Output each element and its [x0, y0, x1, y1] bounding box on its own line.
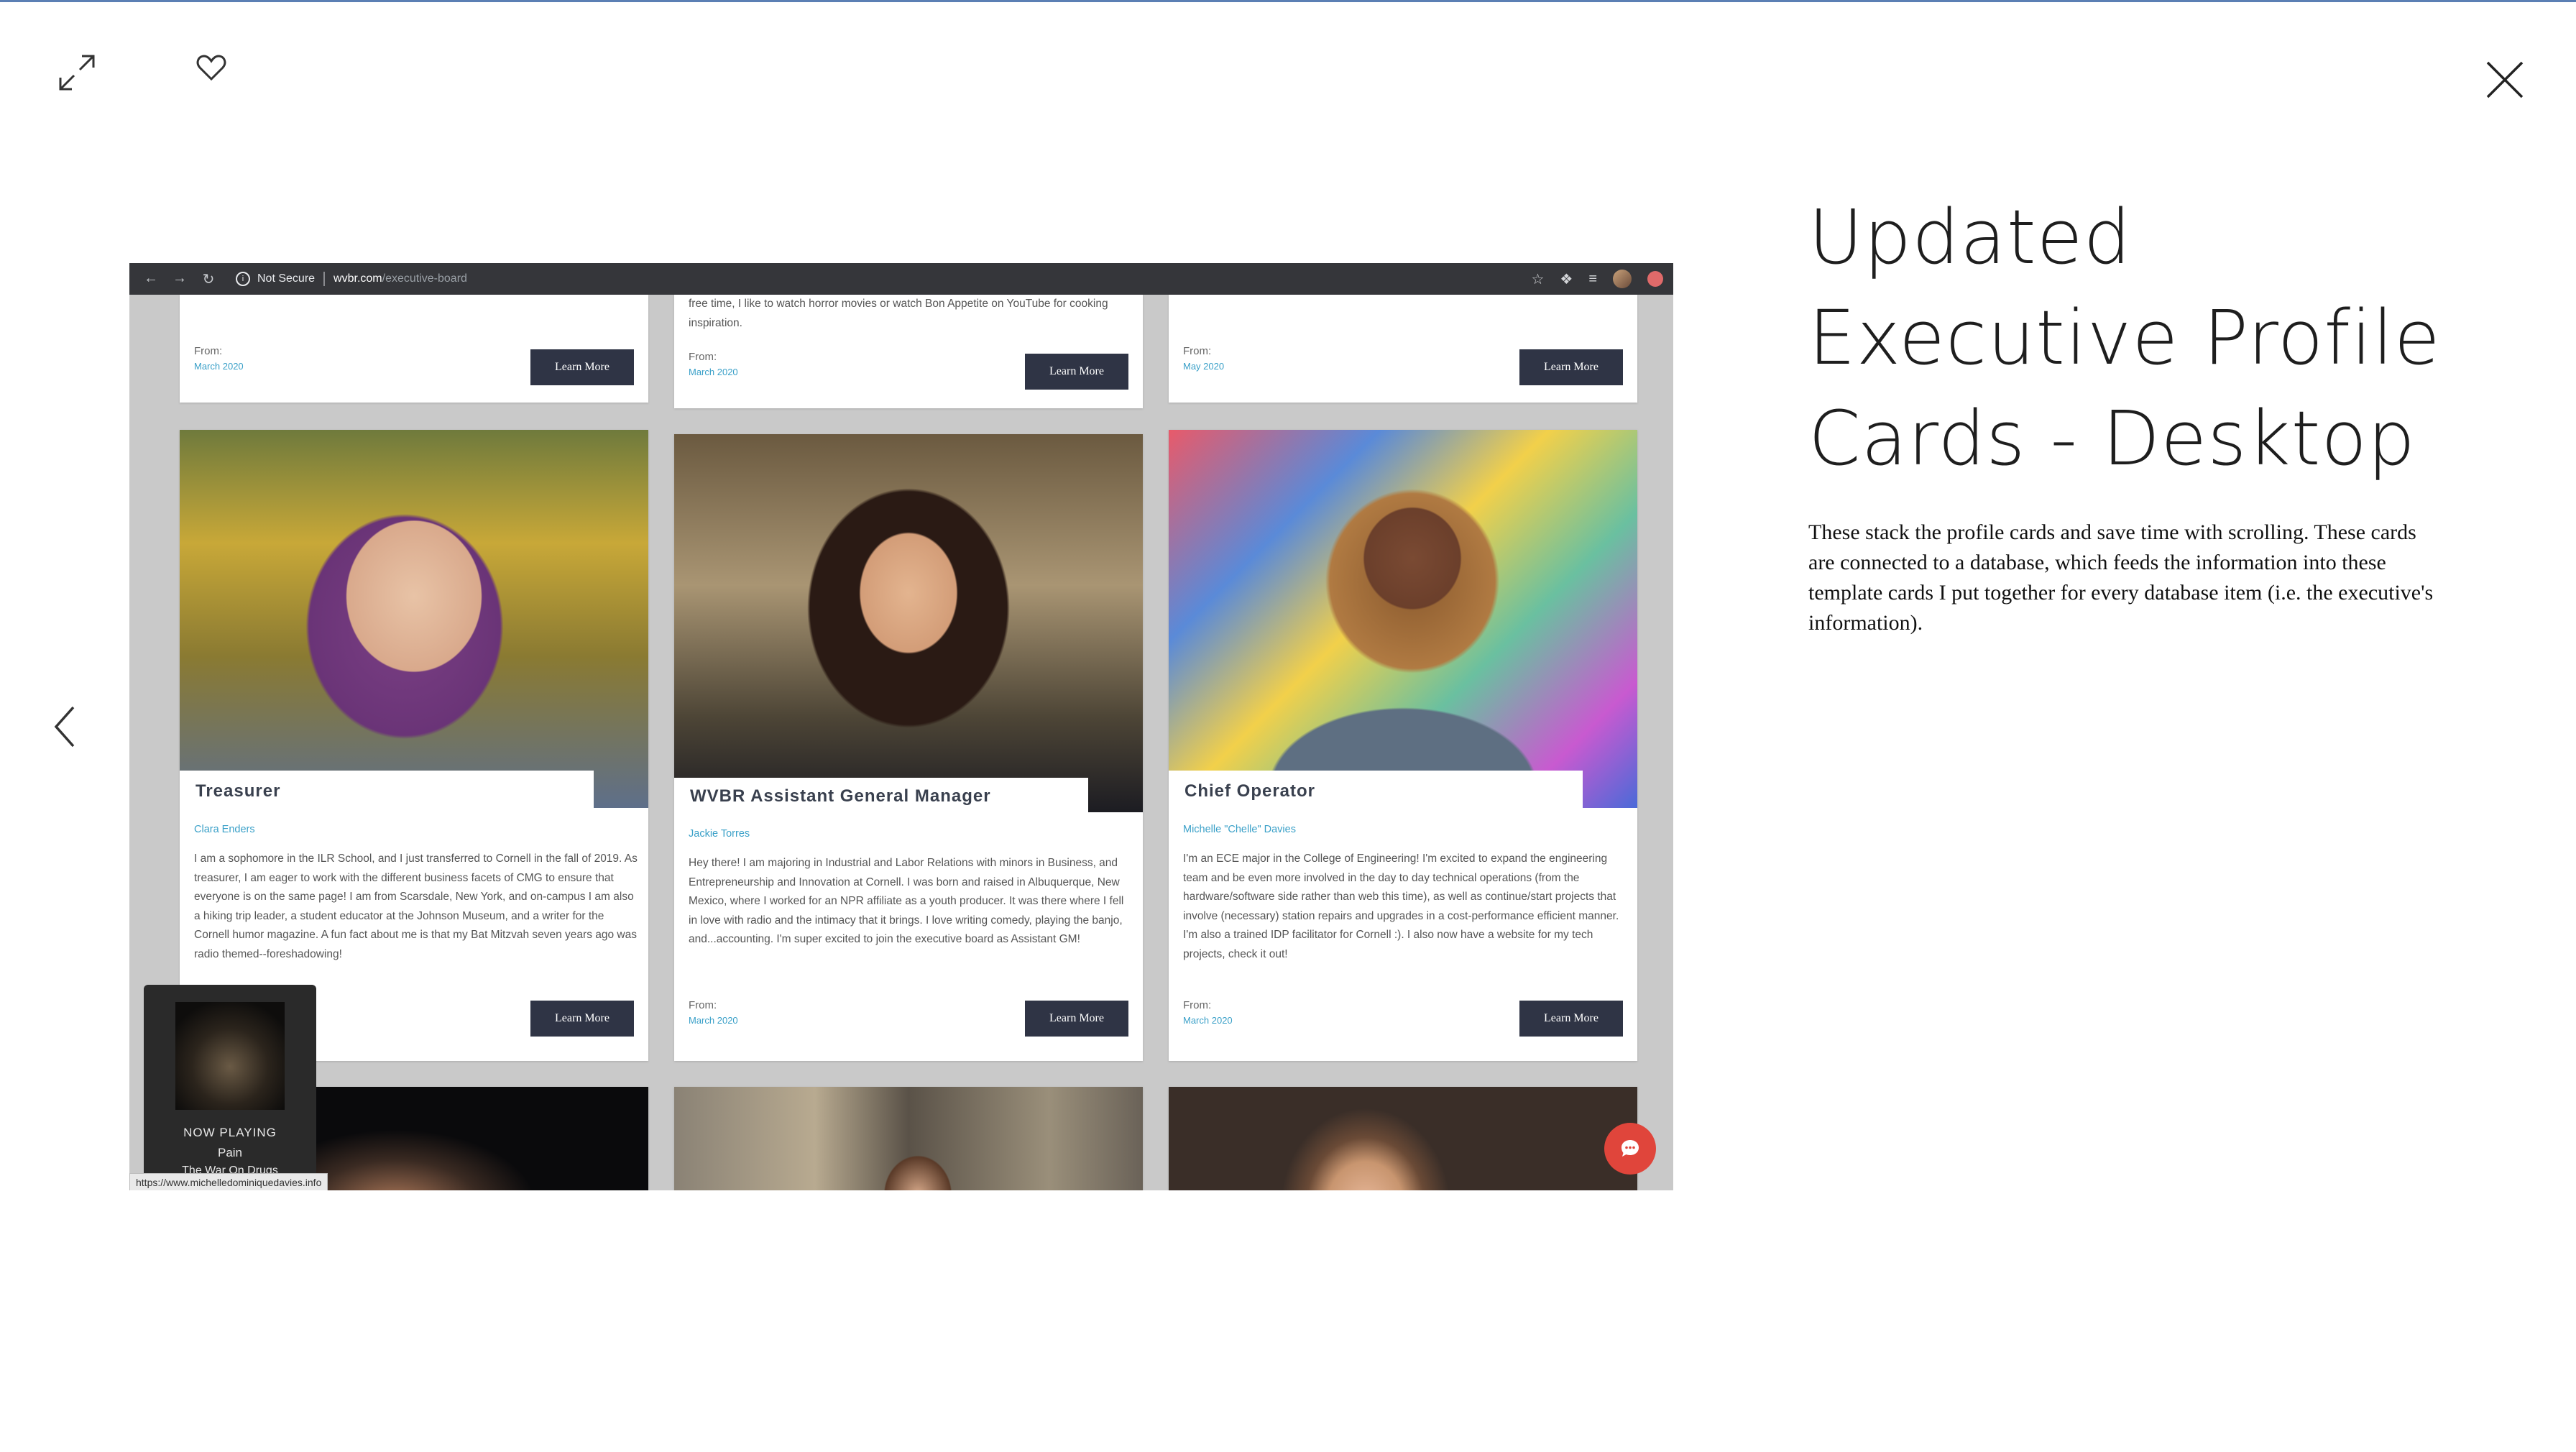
learn-more-button[interactable]: Learn More: [1519, 349, 1623, 385]
from-date: March 2020: [689, 367, 738, 377]
from-date: May 2020: [1183, 361, 1225, 372]
profile-avatar[interactable]: [1613, 270, 1632, 288]
from-label: From:: [689, 351, 717, 363]
learn-more-button[interactable]: Learn More: [530, 1001, 634, 1037]
heart-icon[interactable]: [193, 50, 230, 85]
address-divider: [323, 272, 326, 286]
project-title-line: Cards - Desktop: [1808, 395, 2416, 482]
profile-photo: [674, 434, 1143, 812]
track-title: Pain: [217, 1146, 243, 1159]
url-path: /executive-board: [382, 272, 467, 285]
profile-photo: [180, 430, 648, 808]
from-label: From:: [1183, 345, 1212, 357]
profile-card-treasurer: Treasurer Clara Enders I am a sophomore …: [180, 430, 648, 1061]
chat-bubble-button[interactable]: [1604, 1123, 1656, 1175]
profile-photo-partial: [674, 1087, 1143, 1190]
card-bio-text: I am a sophomore in the ILR School, and …: [194, 853, 638, 960]
info-icon: i: [236, 272, 250, 286]
now-playing-widget[interactable]: NOW PLAYING Pain The War On Drugs: [144, 985, 316, 1190]
status-url-bar: https://www.michelledominiquedavies.info: [129, 1173, 328, 1190]
card-bio-text: free time, I like to watch horror movies…: [689, 298, 1108, 329]
project-title: Updated Executive Profile Cards - Deskto…: [1808, 187, 2455, 489]
extensions-puzzle-icon[interactable]: ❖: [1560, 270, 1573, 288]
from-date: March 2020: [194, 361, 244, 372]
role-title: WVBR Assistant General Manager: [674, 778, 1088, 815]
forward-arrow-icon[interactable]: →: [172, 270, 187, 288]
close-x-icon[interactable]: [2483, 58, 2527, 102]
learn-more-button[interactable]: Learn More: [1025, 1001, 1128, 1037]
security-label: Not Secure: [257, 272, 316, 285]
profile-photo-partial: [1169, 1087, 1637, 1190]
project-title-line: Executive Profile: [1808, 294, 2441, 382]
learn-more-button[interactable]: Learn More: [1519, 1001, 1623, 1037]
top-card-1: From: March 2020 Learn More: [180, 295, 648, 403]
back-arrow-icon[interactable]: ←: [144, 270, 158, 288]
person-name: Clara Enders: [194, 824, 255, 835]
reload-icon[interactable]: ↻: [201, 270, 216, 288]
media-queue-icon[interactable]: ≡: [1588, 271, 1597, 288]
extension-icon[interactable]: [1647, 271, 1663, 287]
from-date: March 2020: [1183, 1015, 1233, 1026]
role-title: Treasurer: [180, 771, 594, 812]
browser-actions: ☆ ❖ ≡: [1531, 263, 1663, 295]
role-title: Chief Operator: [1169, 771, 1583, 812]
project-title-line: Updated: [1808, 193, 2132, 281]
top-card-2: free time, I like to watch horror movies…: [674, 295, 1143, 408]
learn-more-button[interactable]: Learn More: [1025, 354, 1128, 390]
learn-more-button[interactable]: Learn More: [530, 349, 634, 385]
profile-photo: [1169, 430, 1637, 808]
chevron-left-icon[interactable]: [46, 702, 83, 752]
from-label: From:: [194, 345, 223, 357]
project-screenshot: ← → ↻ i Not Secure wvbr.com /executive-b…: [129, 263, 1673, 1190]
from-label: From:: [689, 999, 717, 1011]
browser-toolbar: ← → ↻ i Not Secure wvbr.com /executive-b…: [129, 263, 1673, 295]
top-card-3: From: May 2020 Learn More: [1169, 295, 1637, 403]
address-bar[interactable]: i Not Secure wvbr.com /executive-board: [236, 272, 467, 286]
now-playing-label: NOW PLAYING: [183, 1126, 277, 1139]
card-bio-text: Hey there! I am majoring in Industrial a…: [689, 857, 1124, 945]
album-art: [175, 1002, 285, 1110]
expand-arrows-icon[interactable]: [55, 50, 99, 95]
person-name: Michelle "Chelle" Davies: [1183, 824, 1296, 835]
from-label: From:: [1183, 999, 1212, 1011]
browser-nav: ← → ↻: [144, 270, 216, 288]
star-icon[interactable]: ☆: [1531, 270, 1544, 288]
profile-card-chief-operator: Chief Operator Michelle "Chelle" Davies …: [1169, 430, 1637, 1061]
project-description: These stack the profile cards and save t…: [1808, 520, 2434, 635]
card-bio-text: I'm an ECE major in the College of Engin…: [1183, 853, 1619, 960]
top-accent-line: [0, 0, 2576, 2]
chat-bubble-icon: [1622, 1140, 1639, 1157]
profile-card-assistant-gm: WVBR Assistant General Manager Jackie To…: [674, 434, 1143, 1061]
person-name: Jackie Torres: [689, 828, 750, 840]
from-date: March 2020: [689, 1015, 738, 1026]
url-host: wvbr.com: [334, 272, 382, 285]
